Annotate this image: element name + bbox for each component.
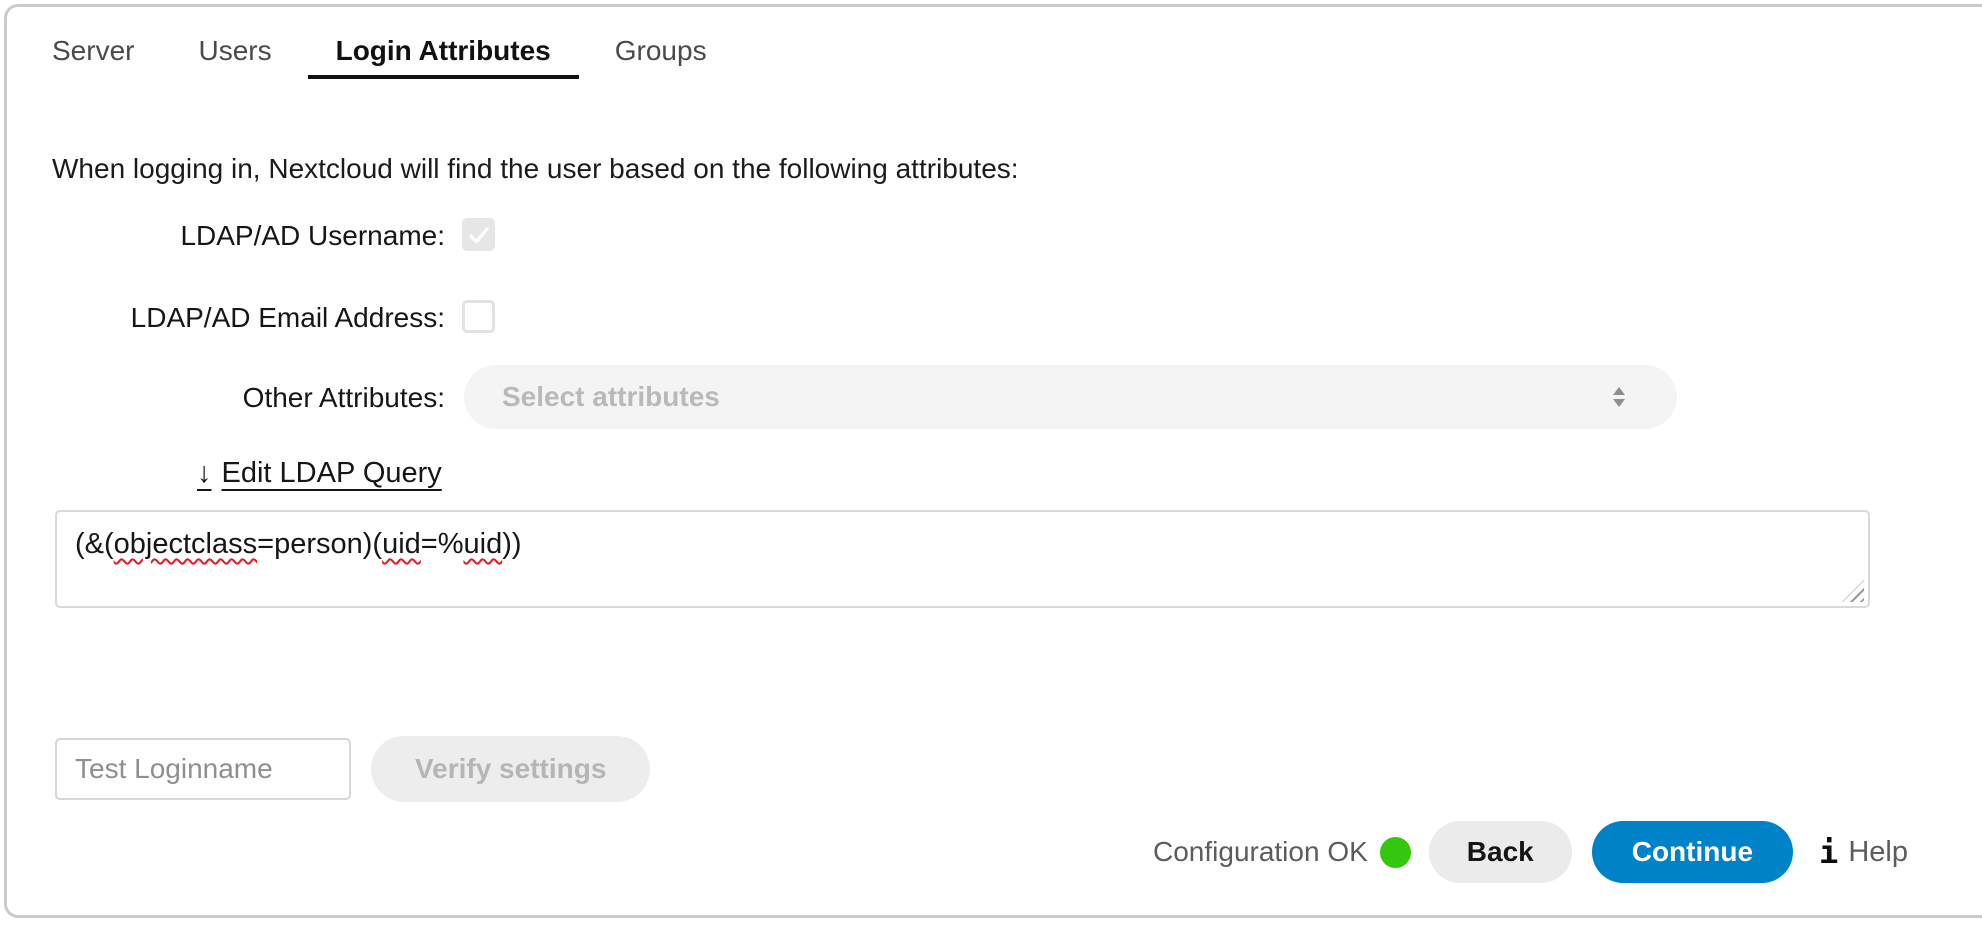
query-text-segment: =person)(	[257, 528, 382, 560]
email-attr-label: LDAP/AD Email Address:	[7, 301, 445, 335]
status-ok-dot-icon	[1380, 837, 1411, 868]
textarea-resize-handle[interactable]	[1842, 580, 1864, 602]
query-text-segment: objectclass	[114, 528, 257, 560]
tab-groups[interactable]: Groups	[587, 27, 735, 79]
help-label: Help	[1848, 836, 1908, 869]
query-text-segment: =%	[421, 528, 464, 560]
edit-ldap-query-label: Edit LDAP Query	[222, 457, 442, 489]
edit-ldap-query-link[interactable]: ↓ Edit LDAP Query	[197, 457, 442, 490]
email-attr-checkbox[interactable]	[462, 300, 495, 333]
continue-button[interactable]: Continue	[1592, 821, 1793, 883]
query-text-segment: (&(	[75, 528, 114, 560]
other-attrs-label: Other Attributes:	[7, 381, 445, 415]
other-attrs-select[interactable]: Select attributes	[464, 365, 1677, 429]
tab-login-attributes[interactable]: Login Attributes	[308, 27, 579, 79]
ldap-query-textarea[interactable]: (&(objectclass=person)(uid=%uid))	[55, 510, 1870, 608]
wizard-panel: Server Users Login Attributes Groups Whe…	[4, 4, 1982, 918]
configuration-status-text: Configuration OK	[1153, 836, 1368, 868]
query-text-segment: uid	[382, 528, 421, 560]
select-placeholder: Select attributes	[502, 381, 720, 413]
query-text-segment: ))	[502, 528, 521, 560]
help-link[interactable]: i Help	[1819, 833, 1908, 871]
intro-text: When logging in, Nextcloud will find the…	[52, 153, 1019, 185]
tab-server[interactable]: Server	[24, 27, 162, 79]
tab-users[interactable]: Users	[170, 27, 299, 79]
query-text-segment: uid	[464, 528, 503, 560]
test-loginname-input[interactable]	[55, 738, 351, 800]
wizard-footer: Configuration OK Back Continue i Help	[1153, 819, 1908, 885]
username-attr-checkbox	[462, 218, 495, 251]
verify-settings-button[interactable]: Verify settings	[371, 736, 650, 802]
check-icon	[467, 223, 491, 247]
down-arrow-icon: ↓	[197, 457, 212, 489]
back-button[interactable]: Back	[1429, 821, 1572, 883]
select-updown-icon	[1613, 387, 1625, 407]
tab-bar: Server Users Login Attributes Groups	[24, 27, 735, 79]
username-attr-label: LDAP/AD Username:	[7, 219, 445, 253]
info-icon: i	[1819, 833, 1838, 871]
